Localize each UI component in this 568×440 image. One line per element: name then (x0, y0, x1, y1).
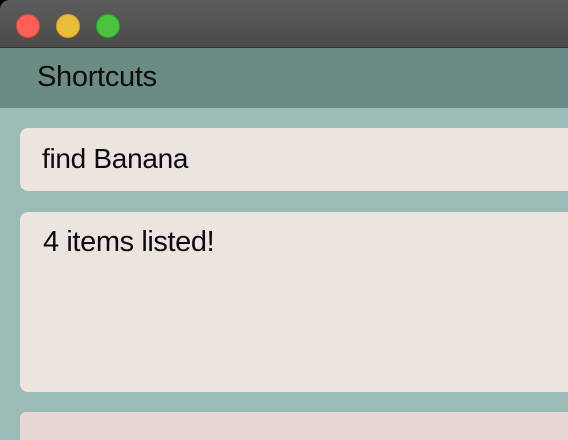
command-box[interactable] (20, 128, 568, 191)
zoom-window-button[interactable] (96, 14, 120, 38)
app-window: Shortcuts 4 items listed! (0, 0, 568, 440)
result-display: 4 items listed! (20, 212, 568, 392)
command-input[interactable] (42, 140, 562, 178)
item-list-panel (20, 412, 568, 440)
result-message: 4 items listed! (43, 226, 215, 258)
close-window-button[interactable] (16, 14, 40, 38)
minimize-window-button[interactable] (56, 14, 80, 38)
app-title: Shortcuts (37, 61, 157, 93)
window-titlebar[interactable] (0, 0, 568, 48)
main-content: 4 items listed! (0, 108, 568, 440)
menu-bar: Shortcuts (0, 48, 568, 108)
